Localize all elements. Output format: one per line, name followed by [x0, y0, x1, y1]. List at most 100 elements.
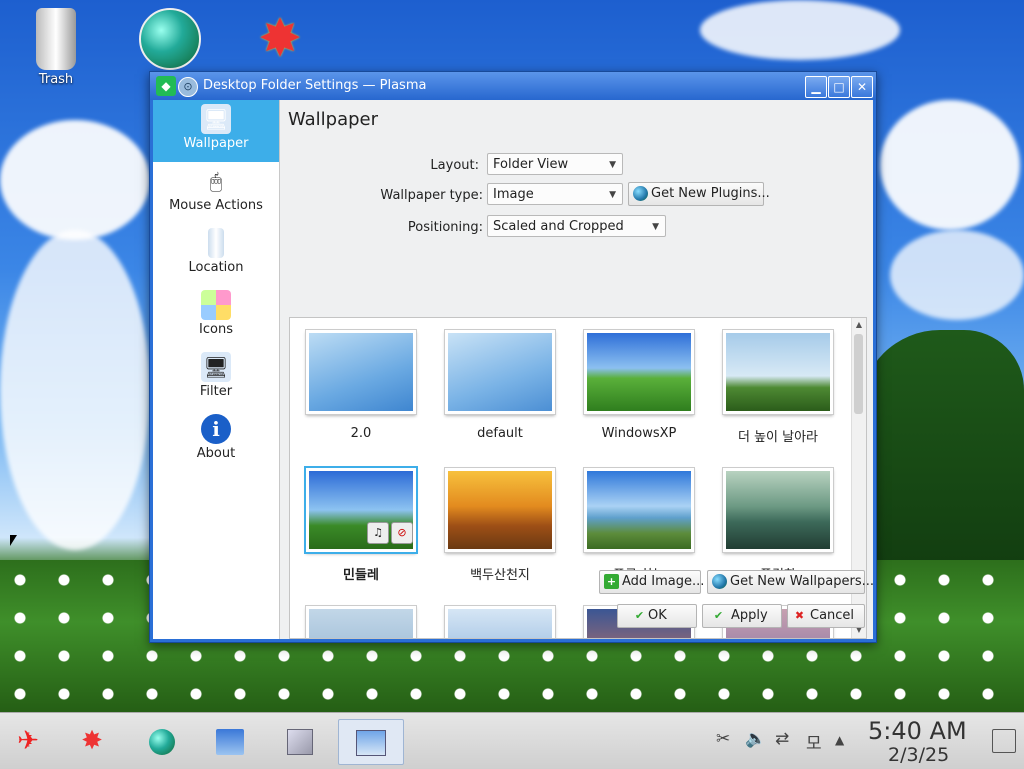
- wallpaper-preview: [584, 468, 694, 552]
- package-icon[interactable]: [278, 719, 322, 763]
- wallpaper-caption: 민들레: [343, 568, 379, 583]
- chevron-down-icon: ▼: [609, 190, 616, 200]
- get-new-plugins-label: Get New Plugins...: [651, 186, 770, 201]
- sidebar: 🖥 Wallpaper 🖱 Mouse Actions Location Ico…: [153, 100, 280, 639]
- wallpaper-caption: WindowsXP: [601, 426, 677, 441]
- filter-icon: 🖥: [201, 352, 231, 382]
- layout-label: Layout:: [430, 158, 479, 173]
- apply-label: Apply: [731, 608, 768, 623]
- location-icon: [208, 228, 224, 258]
- wallpaper-thumb-landscape[interactable]: 풍경화: [723, 468, 833, 583]
- desktop-icon-trash[interactable]: Trash: [16, 8, 96, 87]
- cancel-label: Cancel: [810, 608, 855, 623]
- scissors-icon[interactable]: ✂: [716, 729, 730, 749]
- wallpaper-preview: [306, 330, 416, 414]
- clock-time[interactable]: 5:40 AM: [868, 717, 967, 745]
- sidebar-item-label: Location: [188, 260, 244, 275]
- delete-icon[interactable]: ⊘: [391, 522, 413, 544]
- wallpaper-thumb-2-0[interactable]: 2.0: [306, 330, 416, 441]
- wallpaper-type-select[interactable]: Image ▼: [487, 183, 623, 205]
- clock-date[interactable]: 2/3/25: [888, 744, 949, 766]
- wallpaper-thumb-fly-higher[interactable]: 더 높이 날아라: [723, 330, 833, 445]
- positioning-label: Positioning:: [407, 220, 483, 235]
- sidebar-item-icons[interactable]: Icons: [153, 286, 279, 348]
- get-new-plugins-button[interactable]: Get New Plugins...: [628, 182, 770, 206]
- cancel-button[interactable]: ✖ Cancel: [787, 604, 865, 628]
- sidebar-item-label: Icons: [199, 322, 233, 337]
- desktop-icon-label: Trash: [38, 72, 74, 87]
- add-image-button[interactable]: + Add Image...: [599, 570, 705, 594]
- globe-icon: [712, 574, 727, 589]
- sidebar-item-about[interactable]: i About: [153, 410, 279, 472]
- globe-icon[interactable]: [140, 719, 184, 763]
- sidebar-item-mouse-actions[interactable]: 🖱 Mouse Actions: [153, 162, 279, 224]
- minimize-button[interactable]: ▁: [805, 76, 827, 98]
- wallpaper-caption: default: [477, 426, 523, 441]
- arrow-up-icon[interactable]: ▲: [835, 733, 844, 747]
- wallpaper-type-label: Wallpaper type:: [380, 188, 483, 203]
- plus-icon: +: [604, 574, 619, 589]
- wallpaper-caption: 백두산천지: [470, 568, 530, 583]
- wallpaper-thumb[interactable]: [306, 606, 416, 638]
- star-icon[interactable]: ✸: [70, 719, 114, 763]
- layout-select[interactable]: Folder View ▼: [487, 153, 623, 175]
- chevron-down-icon: ▼: [652, 222, 659, 232]
- apply-button[interactable]: ✔ Apply: [702, 604, 782, 628]
- show-desktop-button[interactable]: [992, 729, 1016, 753]
- chevron-down-icon: ▼: [609, 160, 616, 170]
- app-menu-icon[interactable]: ◆: [156, 76, 176, 96]
- pin-icon[interactable]: ⊙: [178, 77, 198, 97]
- sidebar-item-label: About: [196, 446, 236, 461]
- positioning-value: Scaled and Cropped: [493, 219, 624, 234]
- desktop-icon-star[interactable]: ✸: [240, 8, 320, 72]
- wallpaper-thumb-default[interactable]: default: [445, 330, 555, 441]
- start-menu-icon[interactable]: ✈: [6, 719, 50, 763]
- mouse-icon: 🖱: [210, 169, 222, 193]
- globe-icon: [139, 8, 201, 70]
- maximize-button[interactable]: □: [828, 76, 850, 98]
- wallpaper-thumb[interactable]: [445, 606, 555, 638]
- wallpaper-preview: [306, 606, 416, 638]
- task-desktop-settings[interactable]: [338, 719, 404, 765]
- scroll-thumb[interactable]: [854, 334, 863, 414]
- sidebar-item-wallpaper[interactable]: 🖥 Wallpaper: [153, 100, 279, 162]
- get-new-wallpapers-button[interactable]: Get New Wallpapers...: [707, 570, 874, 594]
- trash-icon: [36, 8, 76, 70]
- wallpaper-thumb-blue-sky[interactable]: 푸른 하늘: [584, 468, 694, 583]
- input-method-icon[interactable]: 모: [806, 729, 822, 754]
- wallpaper-page: Wallpaper Layout: Folder View ▼ Wallpape…: [280, 100, 873, 639]
- scroll-up-icon[interactable]: ▲: [852, 318, 866, 332]
- wallpaper-thumb-dandelion[interactable]: ♫ ⊘ 민들레: [306, 468, 416, 583]
- wallpaper-caption: 더 높이 날아라: [737, 430, 819, 445]
- ok-label: OK: [648, 608, 667, 623]
- volume-icon[interactable]: 🔈: [745, 729, 766, 749]
- sidebar-item-filter[interactable]: 🖥 Filter: [153, 348, 279, 410]
- file-manager-icon[interactable]: [208, 719, 252, 763]
- cancel-icon: ✖: [794, 609, 805, 622]
- wallpaper-type-value: Image: [493, 187, 534, 202]
- title-bar[interactable]: ◆ ⊙ Desktop Folder Settings — Plasma ▁ □…: [150, 72, 876, 100]
- ok-button[interactable]: ✔ OK: [617, 604, 697, 628]
- wallpaper-preview: [723, 468, 833, 552]
- add-image-label: Add Image...: [622, 574, 705, 589]
- check-icon: ✔: [713, 609, 724, 622]
- globe-icon: [633, 186, 648, 201]
- sidebar-item-location[interactable]: Location: [153, 224, 279, 286]
- window-client: 🖥 Wallpaper 🖱 Mouse Actions Location Ico…: [153, 100, 874, 639]
- positioning-select[interactable]: Scaled and Cropped ▼: [487, 215, 666, 237]
- sidebar-item-label: Mouse Actions: [169, 198, 263, 213]
- mouse-cursor: [10, 535, 17, 546]
- sidebar-item-label: Wallpaper: [183, 136, 249, 151]
- get-new-wallpapers-label: Get New Wallpapers...: [730, 574, 874, 589]
- close-button[interactable]: ✕: [851, 76, 873, 98]
- settings-window: ◆ ⊙ Desktop Folder Settings — Plasma ▁ □…: [149, 71, 877, 643]
- network-icon[interactable]: ⇄: [775, 729, 789, 749]
- wallpaper-preview: [445, 606, 555, 638]
- wallpaper-preview: [584, 330, 694, 414]
- wallpaper-thumb-baekdu[interactable]: 백두산천지: [445, 468, 555, 583]
- wallpaper-preview: [445, 468, 555, 552]
- page-title: Wallpaper: [288, 109, 379, 130]
- window-title: Desktop Folder Settings — Plasma: [203, 78, 427, 93]
- open-file-icon[interactable]: ♫: [367, 522, 389, 544]
- wallpaper-thumb-windowsxp[interactable]: WindowsXP: [584, 330, 694, 441]
